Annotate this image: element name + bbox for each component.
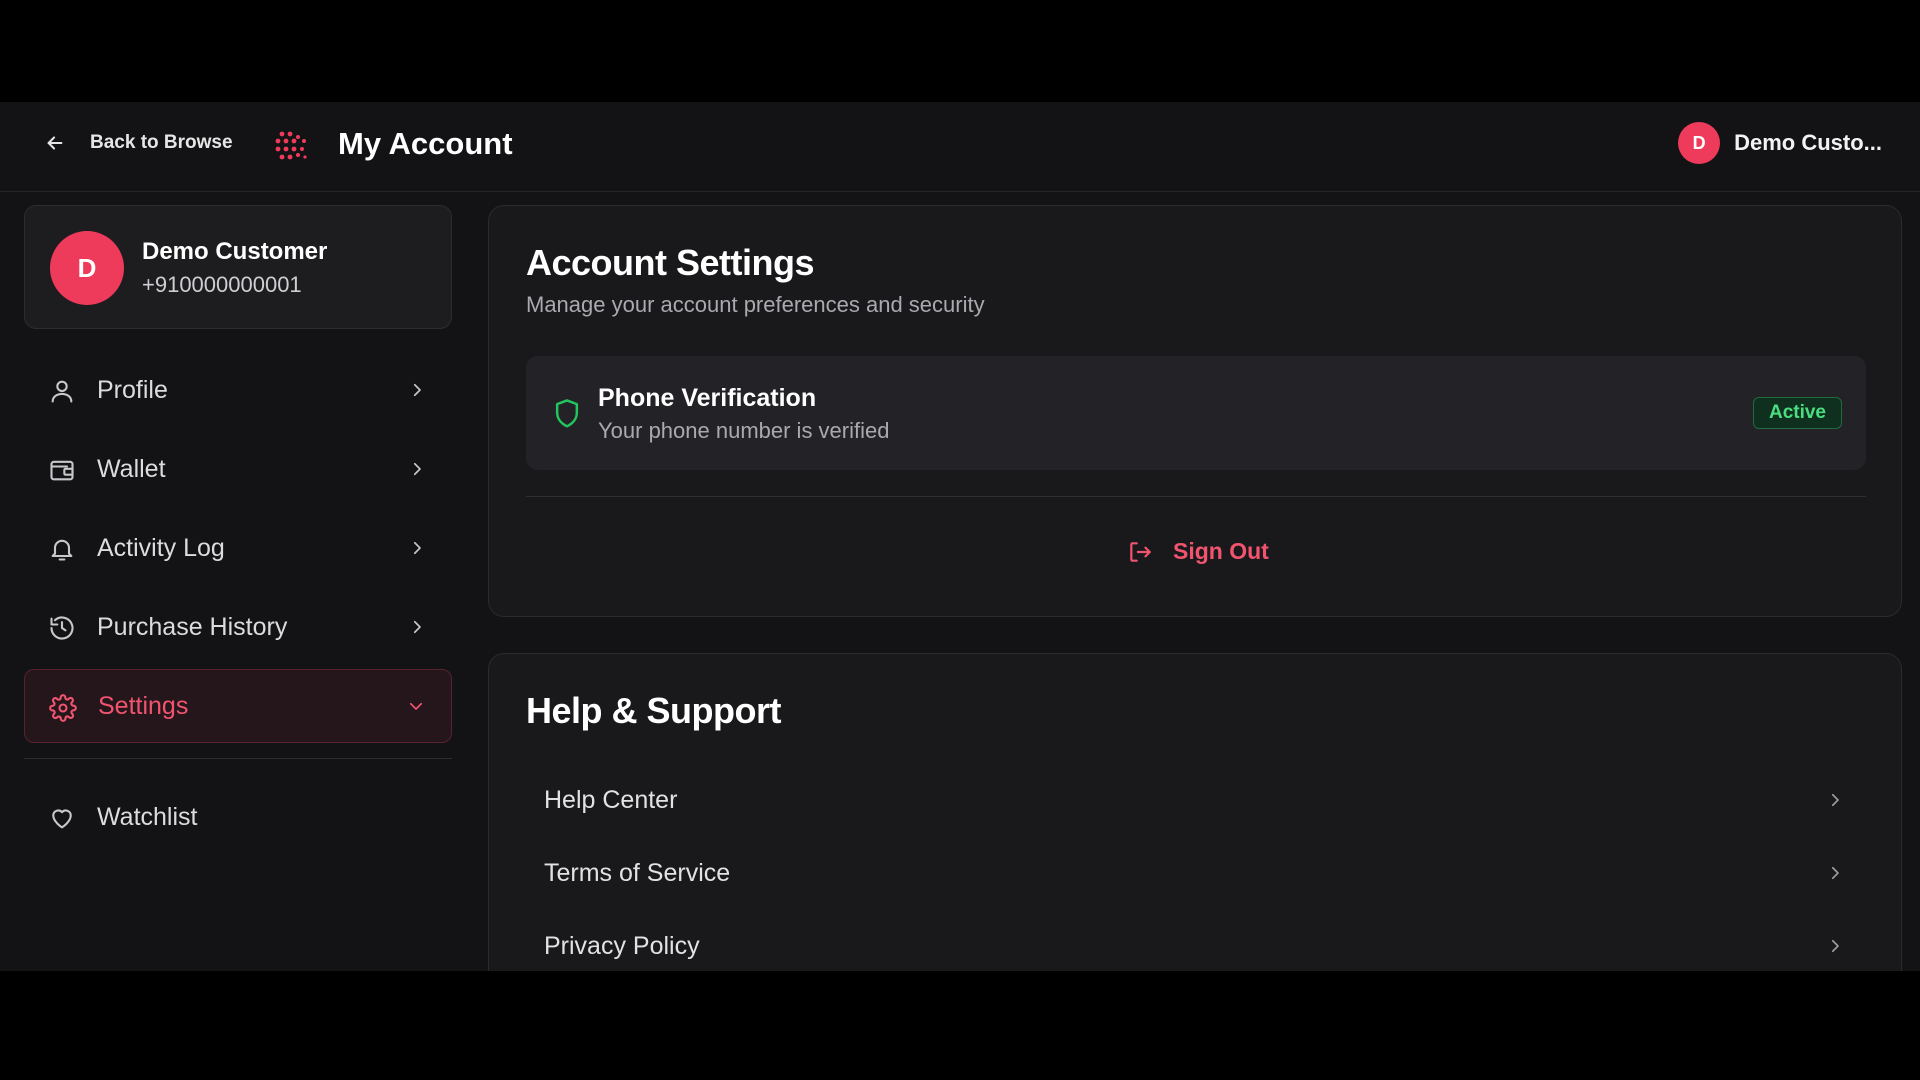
account-settings-panel: Account Settings Manage your account pre… <box>488 205 1902 617</box>
back-to-browse-button[interactable]: Back to Browse <box>44 132 233 154</box>
phone-verification-title: Phone Verification <box>598 384 817 412</box>
account-settings-title: Account Settings <box>526 242 815 283</box>
history-icon <box>50 616 74 640</box>
page-title: My Account <box>338 126 513 161</box>
back-to-browse-label: Back to Browse <box>90 132 233 153</box>
sidebar-item-settings[interactable]: Settings <box>24 669 452 743</box>
help-item-label: Help Center <box>544 786 678 814</box>
user-icon <box>51 380 73 403</box>
phone-verification-subtitle: Your phone number is verified <box>598 418 890 443</box>
status-badge: Active <box>1752 397 1842 429</box>
heart-icon <box>52 809 72 829</box>
sign-out-label: Sign Out <box>1173 538 1269 564</box>
log-out-icon <box>1130 541 1151 562</box>
sidebar-item-label: Watchlist <box>97 802 198 831</box>
sidebar-item-label: Purchase History <box>97 612 288 641</box>
sidebar-item-activity-log[interactable]: Activity Log <box>24 511 452 585</box>
help-support-title: Help & Support <box>526 690 781 731</box>
profile-name: Demo Customer <box>142 238 328 265</box>
chevron-right-icon <box>1831 793 1839 807</box>
help-support-panel: Help & Support Help Center Terms of Serv… <box>488 653 1902 971</box>
sign-out-button[interactable]: Sign Out <box>1127 538 1269 565</box>
logo-icon <box>275 131 307 160</box>
shield-icon <box>555 399 579 428</box>
sidebar-divider <box>24 758 452 759</box>
sidebar-item-wallet[interactable]: Wallet <box>24 432 452 506</box>
sidebar-item-label: Profile <box>97 375 168 404</box>
profile-phone: +910000000001 <box>142 272 302 297</box>
chevron-right-icon <box>1831 866 1839 880</box>
bell-icon <box>51 539 73 561</box>
privacy-policy-link[interactable]: Privacy Policy <box>526 914 1866 971</box>
profile-card: D Demo Customer +910000000001 <box>24 205 452 329</box>
gear-icon <box>49 694 77 722</box>
chevron-right-icon <box>413 541 421 555</box>
chevron-right-icon <box>413 383 421 397</box>
wallet-icon <box>50 460 74 481</box>
sidebar-item-purchase-history[interactable]: Purchase History <box>24 590 452 664</box>
sidebar-item-label: Settings <box>98 691 189 720</box>
chevron-down-icon <box>409 702 423 710</box>
top-header: Back to Browse My Account D Demo Custo..… <box>0 102 1920 192</box>
sidebar-item-label: Wallet <box>97 454 166 483</box>
avatar: D <box>1678 122 1721 164</box>
help-item-label: Terms of Service <box>544 859 731 887</box>
sidebar-item-profile[interactable]: Profile <box>24 353 452 427</box>
account-settings-subtitle: Manage your account preferences and secu… <box>526 292 985 317</box>
help-center-link[interactable]: Help Center <box>526 768 1866 832</box>
user-name: Demo Custo... <box>1734 130 1882 155</box>
profile-avatar: D <box>50 231 124 305</box>
section-divider <box>526 496 1866 497</box>
sidebar-item-label: Activity Log <box>97 533 225 562</box>
arrow-left-icon <box>47 136 63 150</box>
chevron-right-icon <box>413 462 421 476</box>
user-menu-button[interactable]: D Demo Custo... <box>1678 122 1882 164</box>
chevron-right-icon <box>413 620 421 634</box>
sidebar-item-watchlist[interactable]: Watchlist <box>24 780 452 854</box>
chevron-right-icon <box>1831 939 1839 953</box>
terms-of-service-link[interactable]: Terms of Service <box>526 841 1866 905</box>
help-item-label: Privacy Policy <box>544 932 700 960</box>
app-window: Back to Browse My Account D Demo Custo..… <box>0 102 1920 971</box>
phone-verification-card: Phone Verification Your phone number is … <box>526 356 1866 470</box>
